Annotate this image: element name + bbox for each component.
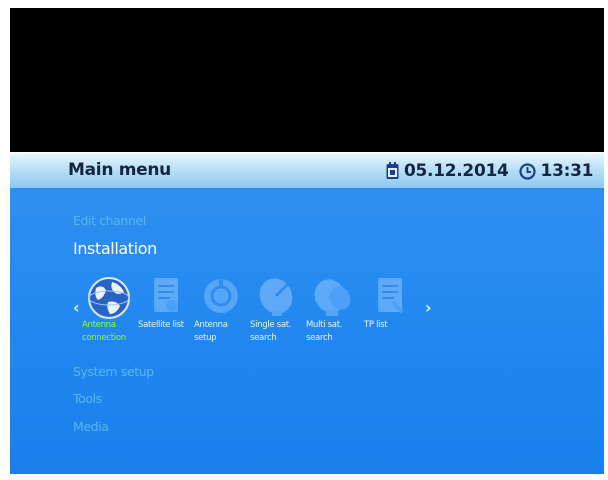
date-time-display: 05.12.2014 13:31 [386,159,593,183]
menu-area: Edit channel Installation ‹ › Antenna co… [10,188,604,474]
calendar-icon [386,162,399,179]
submenu-item-single-sat-search[interactable]: Single sat. search [250,274,306,364]
submenu-item-antenna-setup[interactable]: Antenna setup [194,274,250,364]
menu-item-system-setup[interactable]: System setup [73,364,154,379]
submenu-item-label: Multi sat. search [306,320,343,343]
submenu-item-multi-sat-search[interactable]: Multi sat. search [306,274,362,364]
submenu-item-tp-list[interactable]: TP list [364,274,420,364]
menu-item-media[interactable]: Media [73,419,109,434]
tv-screen: Main menu 05.12.2014 13:31 Edit channel … [10,8,604,474]
date-text: 05.12.2014 [404,161,509,181]
page-title: Main menu [68,160,171,180]
header-bar: Main menu 05.12.2014 13:31 [10,152,604,188]
submenu-item-label: TP list [364,320,388,330]
menu-item-installation[interactable]: Installation [73,239,157,258]
submenu-item-satellite-list[interactable]: Satellite list [138,274,194,364]
submenu-item-antenna-connection[interactable]: Antenna connection [82,274,138,364]
menu-item-edit-channel[interactable]: Edit channel [73,213,146,228]
time-text: 13:31 [540,161,594,181]
menu-item-tools[interactable]: Tools [73,391,102,406]
chevron-left-icon[interactable]: ‹ [73,298,80,317]
installation-submenu: ‹ › Antenna connection Satellite list An… [68,274,448,364]
chevron-right-icon[interactable]: › [425,298,432,317]
clock-icon [518,162,536,180]
